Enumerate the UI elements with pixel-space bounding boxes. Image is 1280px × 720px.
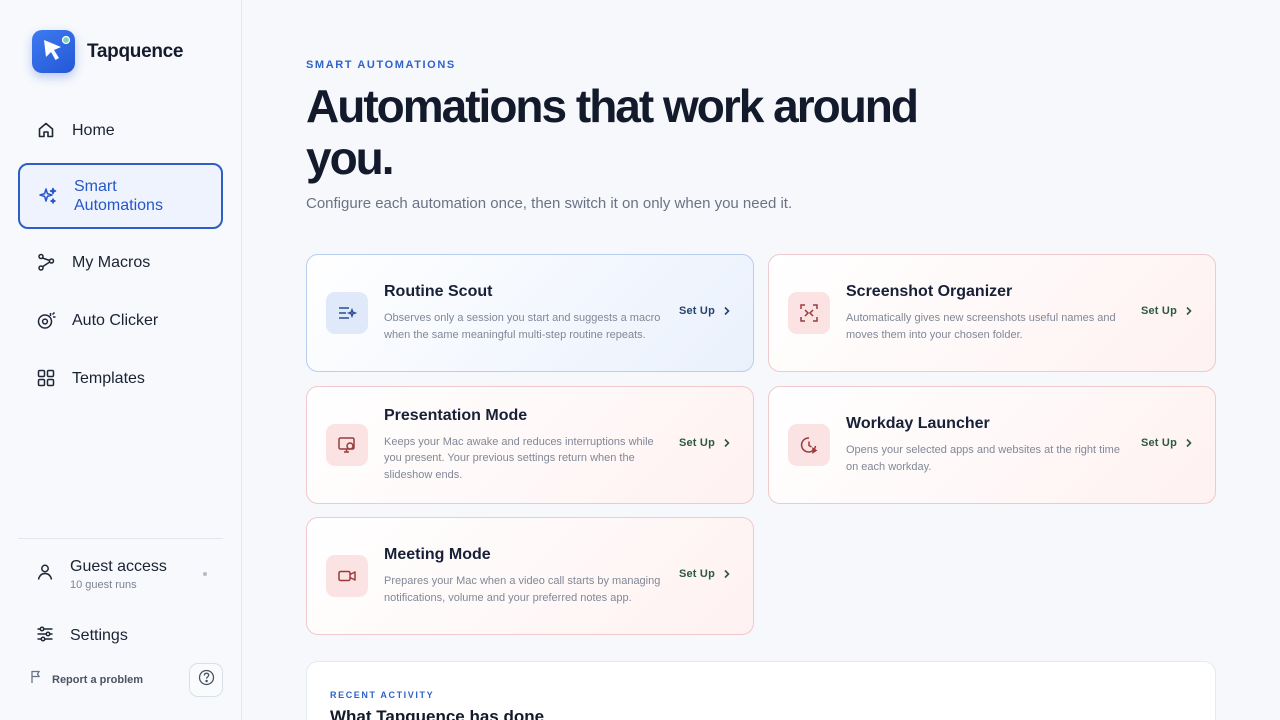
set-up-label: Set Up xyxy=(1140,305,1177,317)
recent-activity-panel: RECENT ACTIVITY What Tapquence has done xyxy=(306,661,1216,720)
sidebar-divider xyxy=(18,538,223,539)
recent-activity-title: What Tapquence has done xyxy=(330,707,545,720)
sidebar-item-label: Templates xyxy=(72,369,145,387)
card-title: Meeting Mode xyxy=(384,546,491,563)
sidebar-item-auto-clicker[interactable]: Auto Clicker xyxy=(18,294,223,346)
target-click-icon xyxy=(36,310,56,330)
sidebar-item-home[interactable]: Home xyxy=(18,104,223,156)
chevron-right-icon xyxy=(724,438,730,448)
set-up-button[interactable]: Set Up xyxy=(1141,305,1193,317)
clock-launch-icon xyxy=(788,424,830,466)
card-description: Prepares your Mac when a video call star… xyxy=(384,575,661,604)
page-subtitle: Configure each automation once, then swi… xyxy=(306,195,793,212)
card-description: Keeps your Mac awake and reduces interru… xyxy=(384,435,654,481)
screenshot-frame-icon xyxy=(788,292,830,334)
user-icon xyxy=(36,563,54,586)
sidebar: Tapquence Home Smart Automations My Macr… xyxy=(0,0,242,720)
automation-card-workday-launcher[interactable]: Workday Launcher Opens your selected app… xyxy=(768,386,1216,504)
report-problem-link[interactable]: Report a problem xyxy=(30,670,143,689)
brand[interactable]: Tapquence xyxy=(32,30,183,73)
card-title: Screenshot Organizer xyxy=(846,283,1013,300)
routine-scan-icon xyxy=(326,292,368,334)
card-title: Routine Scout xyxy=(384,283,493,300)
grid-icon xyxy=(36,368,56,388)
app-logo-icon xyxy=(32,30,75,73)
card-title: Workday Launcher xyxy=(846,415,990,432)
recent-activity-eyebrow: RECENT ACTIVITY xyxy=(330,690,435,700)
settings-label: Settings xyxy=(70,627,128,644)
sparkles-icon xyxy=(38,186,58,206)
status-dot xyxy=(203,572,207,576)
app-name: Tapquence xyxy=(87,40,184,62)
set-up-button[interactable]: Set Up xyxy=(679,568,731,580)
set-up-label: Set Up xyxy=(678,437,715,449)
card-description: Observes only a session you start and su… xyxy=(384,312,661,341)
sidebar-item-templates[interactable]: Templates xyxy=(18,352,223,404)
section-eyebrow: SMART AUTOMATIONS xyxy=(306,59,456,71)
guest-title: Guest access xyxy=(70,557,167,575)
sidebar-item-my-macros[interactable]: My Macros xyxy=(18,236,223,288)
card-description: Automatically gives new screenshots usef… xyxy=(846,312,1116,341)
guest-runs-count: 10 guest runs xyxy=(70,578,137,591)
guest-access[interactable]: Guest access 10 guest runs xyxy=(18,550,223,598)
set-up-button[interactable]: Set Up xyxy=(1141,437,1193,449)
question-icon xyxy=(198,669,215,691)
card-title: Presentation Mode xyxy=(384,406,528,424)
chevron-right-icon xyxy=(724,569,730,579)
sidebar-item-label: My Macros xyxy=(72,253,151,271)
report-problem-label: Report a problem xyxy=(52,673,144,686)
sidebar-item-label: Auto Clicker xyxy=(72,311,159,329)
sidebar-item-label: Home xyxy=(72,121,115,139)
presentation-monitor-icon xyxy=(326,424,368,466)
flag-icon xyxy=(30,670,42,689)
macro-path-icon xyxy=(36,252,56,272)
automation-card-meeting-mode[interactable]: Meeting Mode Prepares your Mac when a vi… xyxy=(306,517,754,635)
automation-card-presentation-mode[interactable]: Presentation Mode Keeps your Mac awake a… xyxy=(306,386,754,504)
card-description: Opens your selected apps and websites at… xyxy=(846,444,1120,473)
set-up-label: Set Up xyxy=(678,568,715,580)
page-title: Automations that work around you. xyxy=(306,80,919,184)
sliders-icon xyxy=(36,625,54,648)
video-camera-icon xyxy=(326,555,368,597)
sidebar-item-smart-automations[interactable]: Smart Automations xyxy=(18,163,223,229)
home-icon xyxy=(36,120,56,140)
automation-card-routine-scout[interactable]: Routine Scout Observes only a session yo… xyxy=(306,254,754,372)
chevron-right-icon xyxy=(1186,306,1192,316)
chevron-right-icon xyxy=(1186,438,1192,448)
help-button[interactable] xyxy=(189,663,223,697)
sidebar-item-settings[interactable]: Settings xyxy=(18,612,223,660)
automation-card-screenshot-organizer[interactable]: Screenshot Organizer Automatically gives… xyxy=(768,254,1216,372)
set-up-label: Set Up xyxy=(678,305,715,317)
set-up-button[interactable]: Set Up xyxy=(679,305,731,317)
set-up-button[interactable]: Set Up xyxy=(679,437,731,449)
chevron-right-icon xyxy=(724,306,730,316)
sidebar-item-label: Smart Automations xyxy=(74,178,163,214)
set-up-label: Set Up xyxy=(1140,437,1177,449)
